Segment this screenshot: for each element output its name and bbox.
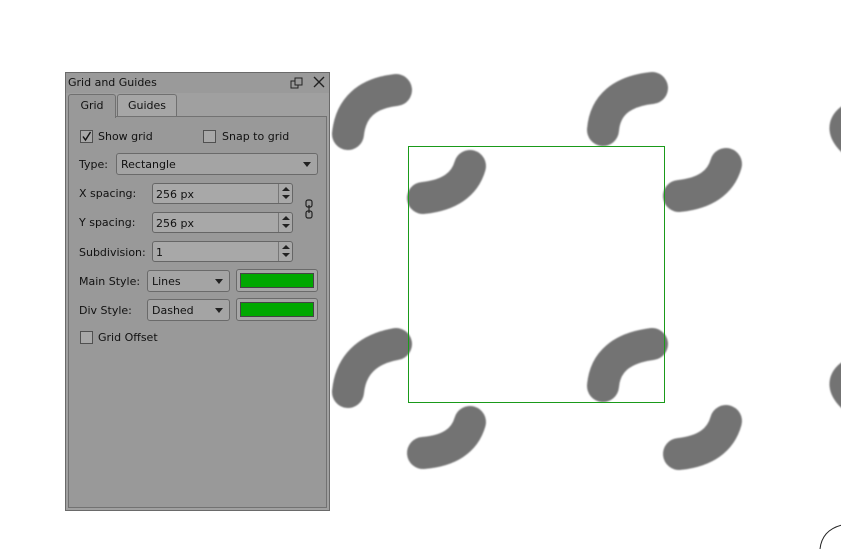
increment-icon[interactable]	[282, 187, 290, 191]
main-color-swatch	[240, 273, 314, 288]
decrement-icon[interactable]	[282, 195, 290, 199]
subdivision-label: Subdivision:	[79, 246, 146, 259]
grid-offset-checkbox[interactable]	[80, 331, 93, 344]
show-grid-label: Show grid	[98, 130, 153, 143]
brush-stroke	[663, 405, 742, 470]
close-icon[interactable]	[312, 75, 326, 89]
y-spacing-label: Y spacing:	[79, 216, 136, 229]
snap-to-grid-checkbox[interactable]	[203, 130, 216, 143]
y-spacing-value: 256 px	[156, 217, 194, 230]
main-color-button[interactable]	[236, 269, 318, 292]
tab-guides[interactable]: Guides	[117, 94, 177, 116]
x-spacing-stepper[interactable]	[278, 184, 292, 203]
grid-tab-pane: Show grid Snap to grid Type: Rectangle X…	[68, 116, 327, 508]
main-style-select[interactable]: Lines	[147, 270, 230, 292]
y-spacing-input[interactable]: 256 px	[152, 212, 293, 233]
brush-stroke	[663, 148, 742, 212]
grid-and-guides-panel: Grid and Guides Grid Guides Show grid Sn…	[65, 72, 330, 511]
brush-stroke	[587, 328, 668, 402]
chain-link-icon[interactable]	[304, 198, 314, 220]
snap-to-grid-label: Snap to grid	[222, 130, 290, 143]
brush-stroke	[332, 328, 412, 408]
brush-stroke	[332, 74, 412, 150]
div-style-select[interactable]: Dashed	[147, 299, 230, 321]
div-color-button[interactable]	[236, 298, 318, 321]
type-select[interactable]: Rectangle	[116, 153, 318, 175]
subdivision-input[interactable]: 1	[152, 241, 293, 262]
grid-offset-label: Grid Offset	[98, 331, 158, 344]
type-select-value: Rectangle	[121, 158, 176, 171]
x-spacing-input[interactable]: 256 px	[152, 183, 293, 204]
brush-stroke	[587, 72, 668, 146]
subdivision-value: 1	[156, 246, 163, 259]
subdivision-stepper[interactable]	[278, 242, 292, 261]
y-spacing-stepper[interactable]	[278, 213, 292, 232]
tab-grid[interactable]: Grid	[68, 94, 116, 118]
chevron-down-icon	[215, 308, 223, 313]
increment-icon[interactable]	[282, 216, 290, 220]
brush-stroke	[407, 406, 486, 469]
div-color-swatch	[240, 302, 314, 317]
div-style-value: Dashed	[152, 304, 194, 317]
panel-title: Grid and Guides	[68, 76, 157, 89]
brush-strokes	[332, 72, 841, 470]
checkmark-icon	[82, 131, 92, 142]
chevron-down-icon	[215, 279, 223, 284]
decrement-icon[interactable]	[282, 253, 290, 257]
panel-titlebar[interactable]: Grid and Guides	[66, 73, 329, 93]
brush-cursor-icon	[819, 524, 841, 549]
increment-icon[interactable]	[282, 245, 290, 249]
type-label: Type:	[79, 158, 108, 171]
float-window-icon[interactable]	[290, 76, 304, 90]
decrement-icon[interactable]	[282, 224, 290, 228]
main-style-label: Main Style:	[79, 275, 141, 288]
div-style-label: Div Style:	[79, 304, 132, 317]
x-spacing-value: 256 px	[156, 188, 194, 201]
brush-stroke	[407, 150, 486, 214]
chevron-down-icon	[303, 162, 311, 167]
x-spacing-label: X spacing:	[79, 187, 137, 200]
main-style-value: Lines	[152, 275, 181, 288]
show-grid-checkbox[interactable]	[80, 130, 93, 143]
